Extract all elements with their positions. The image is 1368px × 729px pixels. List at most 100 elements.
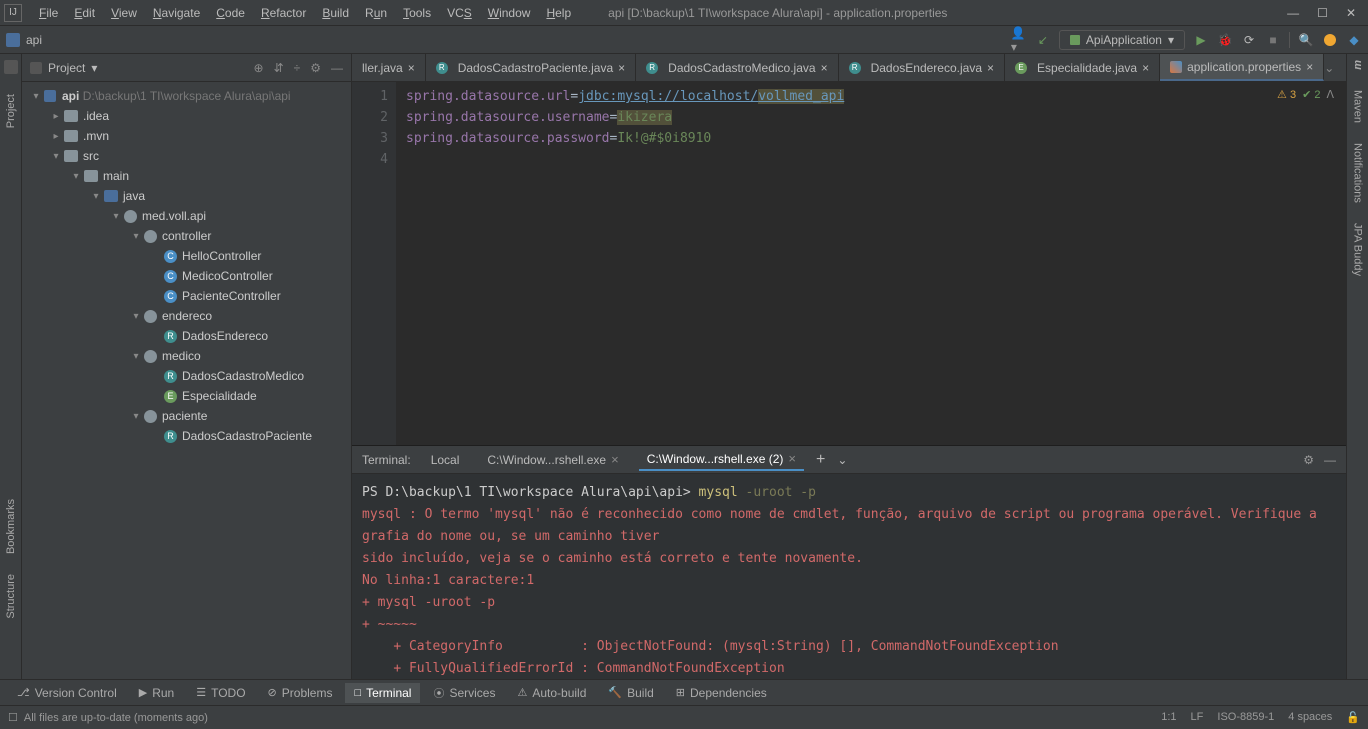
chevron-down-icon[interactable]: ▾: [91, 61, 97, 75]
terminal-tab-ps2[interactable]: C:\Window...rshell.exe (2)×: [639, 448, 804, 471]
close-icon[interactable]: ×: [1142, 61, 1149, 75]
close-icon[interactable]: ×: [611, 452, 619, 467]
tab-especialidade[interactable]: EEspecialidade.java×: [1005, 54, 1160, 81]
warnings-badge[interactable]: ⚠ 3: [1277, 88, 1296, 101]
project-panel-title[interactable]: Project: [48, 61, 85, 75]
tree-idea[interactable]: ▸.idea: [22, 106, 351, 126]
menu-view[interactable]: View: [104, 3, 144, 23]
tab-dados-paciente[interactable]: RDadosCadastroPaciente.java×: [426, 54, 636, 81]
tree-hello[interactable]: CHelloController: [22, 246, 351, 266]
tree-controller[interactable]: ▾controller: [22, 226, 351, 246]
toolbox-icon[interactable]: ◆: [1346, 32, 1362, 48]
updates-icon[interactable]: [1322, 32, 1338, 48]
stop-icon[interactable]: ■: [1265, 32, 1281, 48]
menu-file[interactable]: File: [32, 3, 65, 23]
close-icon[interactable]: ×: [408, 61, 415, 75]
strip-maven[interactable]: Maven: [1352, 90, 1364, 123]
btab-todo[interactable]: ☰TODO: [187, 683, 254, 703]
tree-dados-med[interactable]: RDadosCadastroMedico: [22, 366, 351, 386]
add-terminal-icon[interactable]: +: [816, 451, 825, 469]
encoding[interactable]: ISO-8859-1: [1217, 711, 1274, 724]
menu-help[interactable]: Help: [539, 3, 578, 23]
tree-pkg[interactable]: ▾med.voll.api: [22, 206, 351, 226]
vcs-update-icon[interactable]: ↙: [1035, 32, 1051, 48]
btab-dependencies[interactable]: ⊞Dependencies: [667, 683, 776, 703]
expand-all-icon[interactable]: ⇵: [274, 61, 284, 75]
menu-vcs[interactable]: VCS: [440, 3, 479, 23]
tab-dados-endereco[interactable]: RDadosEndereco.java×: [839, 54, 1005, 81]
menu-tools[interactable]: Tools: [396, 3, 438, 23]
menu-navigate[interactable]: Navigate: [146, 3, 207, 23]
menu-run[interactable]: Run: [358, 3, 394, 23]
status-sync-icon[interactable]: ☐: [8, 711, 18, 724]
hide-icon[interactable]: —: [331, 61, 343, 75]
tree-paciente[interactable]: ▾paciente: [22, 406, 351, 426]
terminal-tab-local[interactable]: Local: [423, 450, 468, 470]
run-config-selector[interactable]: ApiApplication ▾: [1059, 30, 1185, 50]
close-icon[interactable]: ✕: [1346, 6, 1356, 20]
btab-terminal[interactable]: □Terminal: [345, 683, 420, 703]
tree-mvn[interactable]: ▸.mvn: [22, 126, 351, 146]
tree-java[interactable]: ▾java: [22, 186, 351, 206]
terminal-tab-ps1[interactable]: C:\Window...rshell.exe×: [479, 449, 626, 470]
tab-dados-medico[interactable]: RDadosCadastroMedico.java×: [636, 54, 838, 81]
strip-structure[interactable]: Structure: [5, 574, 17, 619]
tree-endereco[interactable]: ▾endereco: [22, 306, 351, 326]
tree-medico[interactable]: ▾medico: [22, 346, 351, 366]
gear-icon[interactable]: ⚙: [1303, 453, 1314, 467]
chevron-icon[interactable]: ᐱ: [1326, 88, 1334, 101]
maximize-icon[interactable]: ☐: [1317, 6, 1328, 20]
debug-icon[interactable]: 🐞: [1217, 32, 1233, 48]
code-content[interactable]: spring.datasource.url=jdbc:mysql://local…: [396, 82, 1346, 445]
btab-problems[interactable]: ⊘Problems: [259, 683, 342, 703]
tree-main[interactable]: ▾main: [22, 166, 351, 186]
terminal-output[interactable]: PS D:\backup\1 TI\workspace Alura\api\ap…: [352, 474, 1346, 679]
tree-src[interactable]: ▾src: [22, 146, 351, 166]
tree-root[interactable]: ▾api D:\backup\1 TI\workspace Alura\api\…: [22, 86, 351, 106]
terminal-dropdown-icon[interactable]: ⌄: [837, 453, 847, 467]
tree-medico-ctrl[interactable]: CMedicoController: [22, 266, 351, 286]
tree-paciente-ctrl[interactable]: CPacienteController: [22, 286, 351, 306]
minimize-icon[interactable]: —: [1287, 6, 1299, 20]
project-tool-icon[interactable]: [4, 60, 18, 74]
menu-window[interactable]: Window: [481, 3, 538, 23]
gear-icon[interactable]: ⚙: [310, 61, 321, 75]
close-icon[interactable]: ×: [821, 61, 828, 75]
breadcrumb[interactable]: api: [26, 33, 42, 47]
select-opened-icon[interactable]: ⊕: [254, 61, 264, 75]
project-tree[interactable]: ▾api D:\backup\1 TI\workspace Alura\api\…: [22, 82, 351, 679]
menu-code[interactable]: Code: [209, 3, 252, 23]
menu-build[interactable]: Build: [315, 3, 356, 23]
tab-ller[interactable]: ller.java×: [352, 54, 426, 81]
menu-refactor[interactable]: Refactor: [254, 3, 313, 23]
btab-autobuild[interactable]: ⚠Auto-build: [508, 683, 595, 703]
close-icon[interactable]: ×: [618, 61, 625, 75]
btab-vcs[interactable]: ⎇Version Control: [8, 683, 126, 703]
strip-bookmarks[interactable]: Bookmarks: [5, 499, 17, 554]
caret-position[interactable]: 1:1: [1161, 711, 1176, 724]
coverage-icon[interactable]: ⟳: [1241, 32, 1257, 48]
btab-build[interactable]: 🔨Build: [599, 683, 662, 703]
close-icon[interactable]: ×: [788, 451, 796, 466]
run-icon[interactable]: ▶: [1193, 32, 1209, 48]
close-icon[interactable]: ×: [1306, 60, 1313, 74]
btab-services[interactable]: ⦿Services: [424, 682, 504, 704]
strip-maven-icon[interactable]: m: [1352, 60, 1364, 70]
users-icon[interactable]: 👤▾: [1011, 32, 1027, 48]
collapse-all-icon[interactable]: ÷: [294, 61, 301, 75]
ok-badge[interactable]: ✔ 2: [1302, 88, 1320, 101]
inspections-widget[interactable]: ⚠ 3 ✔ 2 ᐱ: [1277, 88, 1334, 101]
btab-run[interactable]: ▶Run: [130, 683, 183, 703]
line-separator[interactable]: LF: [1191, 711, 1204, 724]
search-icon[interactable]: 🔍: [1298, 32, 1314, 48]
tree-espec[interactable]: EEspecialidade: [22, 386, 351, 406]
indent[interactable]: 4 spaces: [1288, 711, 1332, 724]
tab-application-properties[interactable]: application.properties×: [1160, 54, 1324, 81]
hide-icon[interactable]: —: [1324, 453, 1336, 467]
tree-dados-end[interactable]: RDadosEndereco: [22, 326, 351, 346]
tree-dados-pac[interactable]: RDadosCadastroPaciente: [22, 426, 351, 446]
strip-project[interactable]: Project: [5, 94, 17, 128]
strip-jpa-buddy[interactable]: JPA Buddy: [1352, 223, 1364, 276]
strip-notifications[interactable]: Notifications: [1352, 143, 1364, 203]
menu-edit[interactable]: Edit: [67, 3, 102, 23]
